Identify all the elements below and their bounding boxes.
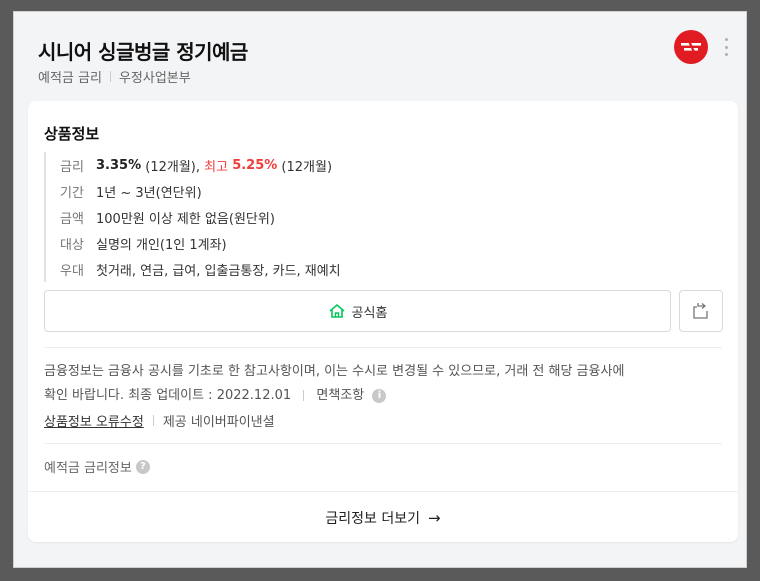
info-label: 대상 [60, 237, 84, 253]
question-icon[interactable]: ? [135, 459, 150, 474]
info-row-rate: 금리 3.35% (12개월), 최고 5.25% (12개월) [60, 152, 341, 178]
product-info-list: 금리 3.35% (12개월), 최고 5.25% (12개월) 기간 1년 ~… [44, 152, 341, 282]
product-card: 상품정보 금리 3.35% (12개월), 최고 5.25% (12개월) 기간… [28, 101, 738, 542]
separator [109, 71, 111, 82]
home-icon [329, 303, 345, 318]
separator [152, 415, 154, 426]
post-logo-icon [681, 40, 701, 53]
widget-frame: 시니어 싱글벙글 정기예금 예적금 금리 우정사업본부 상품정보 금리 3.35… [13, 11, 747, 568]
report-error-link[interactable]: 상품정보 오류수정 [44, 411, 144, 430]
notice-line2-prefix: 확인 바랍니다. 최종 업데이트 : [44, 388, 217, 403]
notice-line1: 금융정보는 금융사 공시를 기초로 한 참고사항이며, 이는 수시로 변경될 수… [44, 364, 625, 379]
disclaimer-link[interactable]: 면책조항 [316, 388, 364, 403]
max-rate: 5.25% [232, 157, 278, 173]
update-date: 2022.12.01 [216, 388, 292, 403]
info-value: 첫거래, 연금, 급여, 입출금통장, 카드, 재예치 [96, 263, 341, 279]
separator [303, 390, 305, 401]
info-label: 기간 [60, 185, 84, 201]
notice-line2: 확인 바랍니다. 최종 업데이트 : 2022.12.01 면책조항 i [44, 384, 724, 408]
arrow-right-icon: → [428, 508, 441, 527]
divider [44, 443, 722, 444]
base-term: (12개월), [141, 159, 205, 175]
info-row-target: 대상 실명의 개인(1인 1계좌) [60, 230, 341, 256]
help-icon[interactable]: i [372, 388, 387, 403]
info-label: 금액 [60, 211, 84, 227]
page-title: 시니어 싱글벙글 정기예금 [38, 40, 248, 64]
breadcrumb: 예적금 금리 우정사업본부 [38, 67, 191, 86]
share-icon [693, 303, 708, 319]
section-title: 상품정보 [44, 125, 100, 143]
rate-info-label: 예적금 금리정보 [44, 461, 132, 476]
info-row-benefit: 우대 첫거래, 연금, 급여, 입출금통장, 카드, 재예치 [60, 256, 341, 282]
max-rate-prefix: 최고 [204, 159, 233, 175]
more-rates-button[interactable]: 금리정보 더보기 → [28, 491, 738, 543]
share-button[interactable] [679, 290, 723, 332]
rate-info-row: 예적금 금리정보 ? [44, 457, 150, 476]
header: 시니어 싱글벙글 정기예금 예적금 금리 우정사업본부 [14, 12, 746, 102]
info-label: 우대 [60, 263, 84, 279]
max-term: (12개월) [277, 159, 333, 175]
info-value: 1년 ~ 3년(연단위) [96, 185, 202, 201]
provider-link[interactable]: 우정사업본부 [119, 67, 191, 86]
base-rate: 3.35% [96, 157, 142, 173]
info-value: 100만원 이상 제한 없음(원단위) [96, 211, 275, 227]
info-label: 금리 [60, 159, 84, 175]
info-row-amount: 금액 100만원 이상 제한 없음(원단위) [60, 204, 341, 230]
info-links: 상품정보 오류수정 제공 네이버파이낸셜 [44, 411, 275, 430]
more-rates-label: 금리정보 더보기 [325, 510, 421, 527]
official-homepage-button[interactable]: 공식홈 [44, 290, 671, 332]
homepage-label: 공식홈 [351, 305, 388, 321]
provider-credit: 제공 네이버파이낸셜 [162, 415, 275, 430]
more-options-icon[interactable] [720, 34, 732, 60]
provider-logo-icon[interactable] [674, 30, 708, 64]
category-link[interactable]: 예적금 금리 [38, 67, 102, 86]
notice-text: 금융정보는 금융사 공시를 기초로 한 참고사항이며, 이는 수시로 변경될 수… [44, 360, 724, 408]
info-row-period: 기간 1년 ~ 3년(연단위) [60, 178, 341, 204]
info-value: 실명의 개인(1인 1계좌) [96, 237, 227, 253]
divider [44, 347, 722, 348]
